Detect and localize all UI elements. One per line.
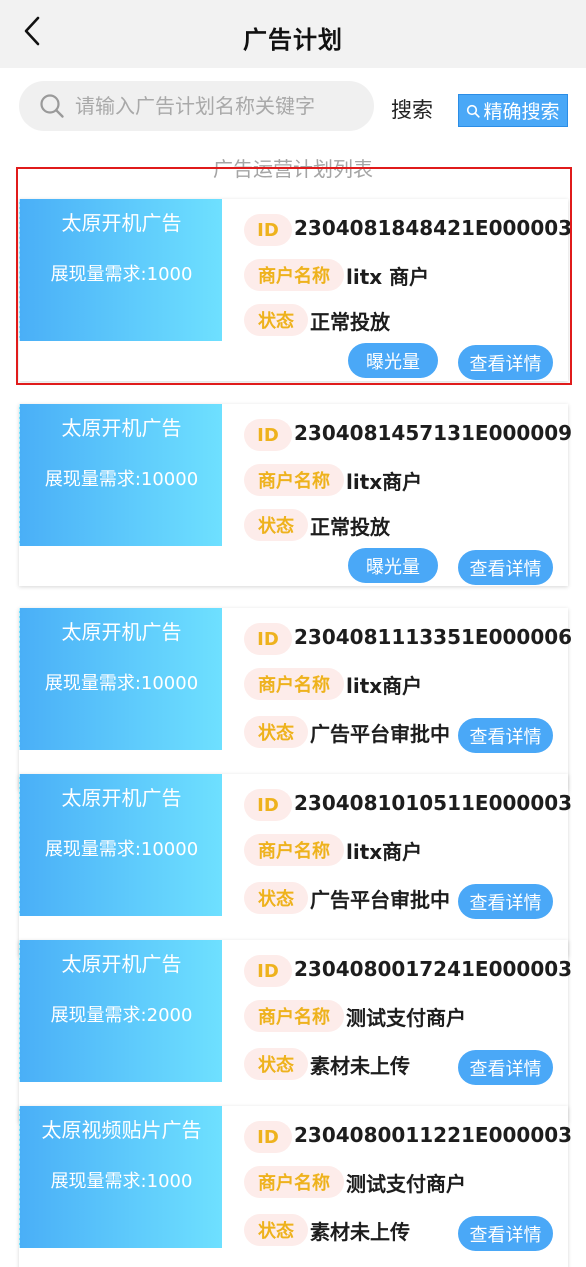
exposure-button[interactable]: 曝光量 [348,343,438,378]
merchant-name: litx商户 [346,674,423,698]
page-title: 广告计划 [243,26,343,54]
view-detail-button[interactable]: 查看详情 [458,718,553,753]
search-box[interactable] [19,81,374,131]
plan-demand: 展现量需求:1000 [50,264,193,285]
plan-card[interactable]: 太原开机广告 展现量需求:1000 ID 2304081848421E000003 商户… [19,199,572,381]
plan-card[interactable]: 太原开机广告 展现量需求:2000 ID 2304080017241E000003 商户… [19,940,572,1122]
plan-card[interactable]: 太原开机广告 展现量需求:10000 ID 2304081113351E000006 商… [19,608,572,790]
status-tag: 状态 [244,1048,308,1080]
merchant-tag: 商户名称 [244,259,344,291]
plan-card[interactable]: 太原开机广告 展现量需求:10000 ID 2304081457131E000009 商… [19,404,572,586]
view-detail-button[interactable]: 查看详情 [458,1216,553,1251]
merchant-name: 测试支付商户 [346,1172,466,1196]
plan-card[interactable]: 太原视频贴片广告 展现量需求:1000 ID 2304080011221E000003… [19,1106,572,1267]
plan-name: 太原开机广告 [61,786,182,810]
plan-demand: 展现量需求:10000 [44,673,199,694]
plan-id: 2304080017241E000003 [294,957,573,981]
plan-name: 太原视频贴片广告 [41,1118,202,1142]
id-tag: ID [244,789,292,821]
status-tag: 状态 [244,509,308,541]
plan-cover: 太原开机广告 展现量需求:10000 [19,774,222,916]
id-tag: ID [244,955,292,987]
plan-id: 2304081457131E000009 [294,421,573,445]
status-tag: 状态 [244,716,308,748]
plan-name: 太原开机广告 [61,211,182,235]
id-tag: ID [244,419,292,451]
plan-demand: 展现量需求:1000 [50,1171,193,1192]
merchant-name: litx商户 [346,470,423,494]
plan-cover: 太原开机广告 展现量需求:10000 [19,404,222,546]
precise-search-button[interactable]: 精确搜索 [458,94,568,127]
merchant-tag: 商户名称 [244,834,344,866]
id-tag: ID [244,623,292,655]
top-nav-bar: 广告计划 [0,0,586,68]
exposure-button[interactable]: 曝光量 [348,548,438,583]
merchant-tag: 商户名称 [244,668,344,700]
view-detail-button[interactable]: 查看详情 [458,550,553,585]
plan-demand: 展现量需求:2000 [50,1005,193,1026]
status-value: 正常投放 [310,310,390,334]
status-tag: 状态 [244,304,308,336]
search-input[interactable] [75,90,365,122]
search-icon [40,94,64,118]
merchant-tag: 商户名称 [244,1000,344,1032]
plan-id: 2304081848421E000003 [294,216,573,240]
plan-id: 2304081010511E000003 [294,791,573,815]
view-detail-button[interactable]: 查看详情 [458,1050,553,1085]
id-tag: ID [244,214,292,246]
plan-name: 太原开机广告 [61,416,182,440]
search-icon [467,104,481,118]
search-button[interactable]: 搜索 [391,94,433,124]
list-title: 广告运营计划列表 [213,157,373,181]
view-detail-button[interactable]: 查看详情 [458,345,553,380]
status-value: 素材未上传 [310,1054,410,1078]
status-tag: 状态 [244,1214,308,1246]
status-value: 广告平台审批中 [310,888,450,912]
status-tag: 状态 [244,882,308,914]
status-value: 广告平台审批中 [310,722,450,746]
merchant-tag: 商户名称 [244,1166,344,1198]
plan-id: 2304080011221E000003 [294,1123,573,1147]
status-value: 素材未上传 [310,1220,410,1244]
plan-name: 太原开机广告 [61,620,182,644]
plan-demand: 展现量需求:10000 [44,469,199,490]
plan-name: 太原开机广告 [61,952,182,976]
plan-cover: 太原开机广告 展现量需求:10000 [19,608,222,750]
merchant-name: litx商户 [346,840,423,864]
plan-cover: 太原开机广告 展现量需求:1000 [19,199,222,341]
plan-demand: 展现量需求:10000 [44,839,199,860]
merchant-name: 测试支付商户 [346,1006,466,1030]
plan-cover: 太原开机广告 展现量需求:2000 [19,940,222,1082]
merchant-name: litx 商户 [346,265,430,289]
view-detail-button[interactable]: 查看详情 [458,884,553,919]
plan-card[interactable]: 太原开机广告 展现量需求:10000 ID 2304081010511E000003 商… [19,774,572,956]
precise-search-label: 精确搜索 [483,101,560,123]
plan-cover: 太原视频贴片广告 展现量需求:1000 [19,1106,222,1248]
status-value: 正常投放 [310,515,390,539]
merchant-tag: 商户名称 [244,464,344,496]
plan-id: 2304081113351E000006 [294,625,573,649]
id-tag: ID [244,1121,292,1153]
